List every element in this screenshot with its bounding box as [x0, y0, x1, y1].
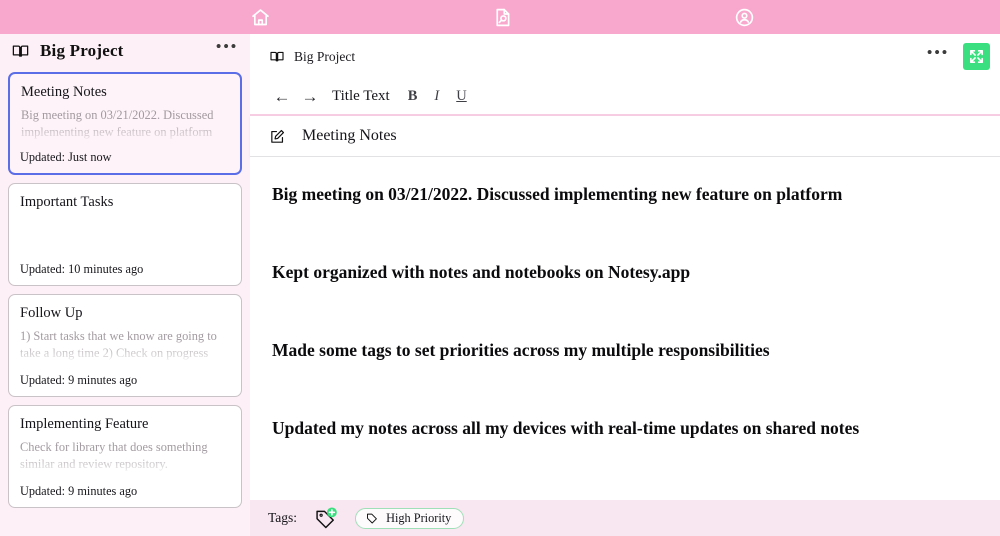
top-app-bar	[0, 0, 1000, 34]
bold-button[interactable]: B	[408, 88, 418, 105]
note-card-title: Follow Up	[20, 305, 83, 321]
sidebar-more-menu[interactable]: •••	[216, 38, 238, 59]
notes-sidebar: Big Project ••• Meeting Notes Big meetin…	[0, 34, 250, 536]
book-icon	[268, 48, 285, 65]
note-card-title: Meeting Notes	[21, 84, 107, 100]
tags-bar: Tags: High Priority	[250, 500, 1000, 536]
note-card-follow-up[interactable]: Follow Up 1) Start tasks that we know ar…	[8, 294, 242, 397]
note-card-updated: Updated: 10 minutes ago	[20, 262, 144, 276]
note-card-implementing-feature[interactable]: Implementing Feature Check for library t…	[8, 405, 242, 508]
main-layout: Big Project ••• Meeting Notes Big meetin…	[0, 34, 1000, 536]
breadcrumb-bar: Big Project •••	[250, 34, 1000, 79]
italic-button[interactable]: I	[434, 88, 439, 105]
breadcrumb[interactable]: Big Project	[294, 49, 355, 65]
account-icon[interactable]	[733, 6, 755, 28]
note-card-title: Important Tasks	[20, 194, 114, 210]
sidebar-notebook-title: Big Project	[40, 41, 124, 60]
tag-icon	[365, 512, 378, 525]
tag-chip-label: High Priority	[386, 510, 452, 525]
note-body-line[interactable]: Big meeting on 03/21/2022. Discussed imp…	[272, 183, 984, 205]
underline-button[interactable]: U	[456, 88, 466, 105]
note-card-updated: Updated: 9 minutes ago	[20, 373, 138, 387]
forward-arrow-icon[interactable]: →	[296, 87, 324, 106]
note-card-meeting-notes[interactable]: Meeting Notes Big meeting on 03/21/2022.…	[8, 72, 242, 175]
note-card-preview	[20, 217, 230, 251]
fullscreen-button[interactable]	[963, 43, 990, 70]
note-body-editor[interactable]: Big meeting on 03/21/2022. Discussed imp…	[250, 157, 1000, 500]
note-body-line[interactable]: Made some tags to set priorities across …	[272, 339, 984, 361]
sidebar-header: Big Project •••	[0, 34, 250, 68]
note-card-updated: Updated: 9 minutes ago	[20, 484, 138, 498]
notes-list: Meeting Notes Big meeting on 03/21/2022.…	[0, 68, 250, 536]
edit-note-icon[interactable]	[268, 127, 286, 145]
text-style-select[interactable]: Title Text	[332, 88, 390, 105]
tag-plus-icon[interactable]	[313, 505, 339, 531]
formatting-toolbar: ← → Title Text B I U	[250, 79, 1000, 116]
home-icon[interactable]	[249, 6, 271, 28]
note-card-preview: 1) Start tasks that we know are going to…	[20, 329, 217, 360]
note-title[interactable]: Meeting Notes	[302, 127, 397, 145]
book-icon	[10, 41, 30, 61]
note-card-updated: Updated: Just now	[20, 150, 112, 164]
note-card-preview: Check for library that does something si…	[20, 440, 208, 471]
note-card-preview: Big meeting on 03/21/2022. Discussed imp…	[21, 108, 214, 139]
note-editor-pane: Big Project ••• ← → Title Text B I U Mee…	[250, 34, 1000, 536]
editor-more-menu[interactable]: •••	[927, 44, 949, 64]
search-document-icon[interactable]	[491, 6, 513, 28]
back-arrow-icon[interactable]: ←	[268, 87, 296, 106]
tag-chip-high-priority[interactable]: High Priority	[355, 507, 465, 529]
note-card-title: Implementing Feature	[20, 416, 149, 432]
tags-label: Tags:	[268, 510, 298, 525]
note-title-row[interactable]: Meeting Notes	[250, 116, 1000, 157]
note-body-line[interactable]: Updated my notes across all my devices w…	[272, 417, 984, 439]
note-card-important-tasks[interactable]: Important Tasks Updated: 10 minutes ago	[8, 183, 242, 286]
note-body-line[interactable]: Kept organized with notes and notebooks …	[272, 261, 984, 283]
